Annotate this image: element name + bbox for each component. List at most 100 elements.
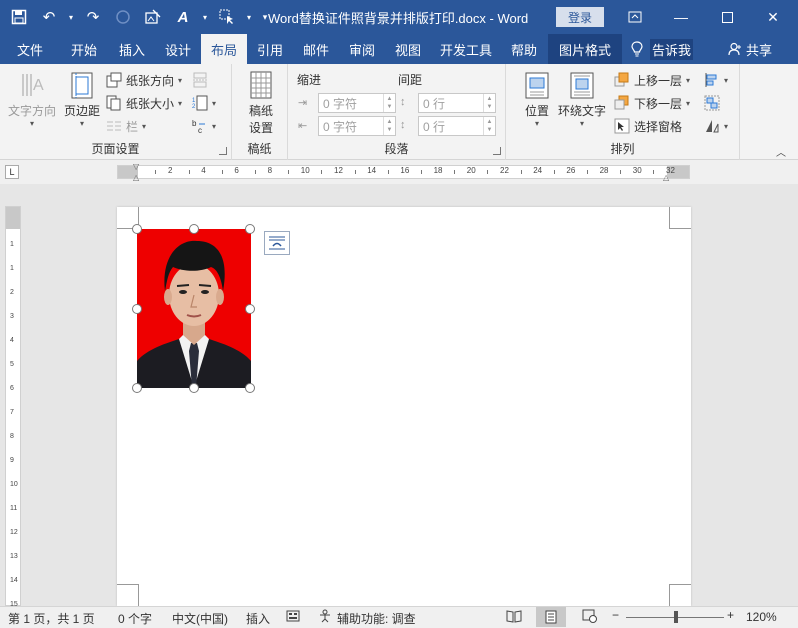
manuscript-settings-button[interactable]: 稿纸 设置 bbox=[246, 70, 276, 136]
paper-size-icon bbox=[106, 95, 122, 111]
tell-me-search[interactable]: 告诉我 bbox=[630, 34, 694, 64]
maximize-icon[interactable] bbox=[704, 0, 750, 34]
align-button[interactable]: ▾ bbox=[704, 70, 728, 90]
resize-handle-bottom-right[interactable] bbox=[245, 383, 255, 393]
horizontal-ruler[interactable]: 2 4 6 8 10 12 14 16 18 20 22 24 26 28 30 32 bbox=[117, 165, 690, 179]
save-icon[interactable] bbox=[6, 4, 32, 30]
bring-forward-label: 上移一层 bbox=[634, 73, 683, 88]
indent-right-input[interactable]: 0 字符 ▲ ▼ bbox=[318, 116, 396, 136]
tab-picture-format[interactable]: 图片格式 bbox=[548, 34, 622, 64]
resize-handle-top[interactable] bbox=[189, 224, 199, 234]
selection-pane-button[interactable]: 选择窗格 bbox=[614, 116, 682, 136]
spacing-label: 间距 bbox=[398, 73, 423, 87]
layout-options-icon[interactable] bbox=[264, 231, 290, 255]
ruler-minor-tick bbox=[587, 170, 588, 174]
tab-design[interactable]: 设计 bbox=[156, 34, 200, 64]
vruler-tick-label: 12 bbox=[10, 529, 18, 536]
resize-handle-left[interactable] bbox=[132, 304, 142, 314]
bring-forward-button[interactable]: 上移一层 ▾ bbox=[614, 70, 690, 90]
position-button[interactable]: 位置 ▾ bbox=[522, 70, 552, 128]
zoom-in-icon[interactable]: + bbox=[727, 608, 734, 622]
minimize-icon[interactable]: — bbox=[658, 0, 704, 34]
tab-layout[interactable]: 布局 bbox=[201, 34, 247, 64]
group-objects-button[interactable] bbox=[704, 93, 720, 113]
vertical-scrollbar[interactable] bbox=[792, 184, 798, 606]
tab-review[interactable]: 审阅 bbox=[340, 34, 384, 64]
resize-handle-top-left[interactable] bbox=[132, 224, 142, 234]
font-effect-dropdown-icon[interactable]: ▾ bbox=[200, 4, 210, 30]
tab-mailings[interactable]: 邮件 bbox=[294, 34, 338, 64]
ruler-minor-tick bbox=[188, 170, 190, 174]
close-icon[interactable]: ✕ bbox=[750, 0, 796, 34]
undo-dropdown-icon[interactable]: ▾ bbox=[66, 4, 76, 30]
indent-left-input[interactable]: 0 字符 ▲ ▼ bbox=[318, 93, 396, 113]
spacing-before-input[interactable]: 0 行 ▲ ▼ bbox=[418, 93, 496, 113]
print-layout-icon[interactable] bbox=[536, 607, 566, 627]
macro-record-icon[interactable] bbox=[286, 609, 300, 626]
size-button[interactable]: 纸张大小 ▾ bbox=[106, 93, 182, 113]
select-dropdown-icon[interactable]: ▾ bbox=[244, 4, 254, 30]
web-layout-icon[interactable] bbox=[582, 609, 598, 626]
login-button[interactable]: 登录 bbox=[556, 7, 604, 27]
tab-insert[interactable]: 插入 bbox=[108, 34, 156, 64]
resize-handle-bottom[interactable] bbox=[189, 383, 199, 393]
wrap-text-button[interactable]: 环绕文字 ▾ bbox=[558, 70, 606, 128]
tab-help[interactable]: 帮助 bbox=[502, 34, 546, 64]
resize-handle-right[interactable] bbox=[245, 304, 255, 314]
page-setup-launcher-icon[interactable] bbox=[219, 147, 227, 155]
share-button[interactable]: 共享 bbox=[728, 34, 772, 64]
status-bar: 第 1 页，共 1 页 0 个字 中文(中国) 插入 辅助功能: 调查 − + … bbox=[0, 606, 798, 628]
vruler-tick-label: 3 bbox=[10, 313, 14, 320]
vertical-ruler[interactable]: 11234567891011121314155 bbox=[5, 206, 21, 628]
right-indent-marker[interactable]: △ bbox=[663, 173, 671, 182]
collapse-ribbon-icon[interactable]: ︿ bbox=[776, 144, 786, 159]
columns-button[interactable]: 栏 ▾ bbox=[106, 116, 146, 136]
id-photo[interactable] bbox=[137, 229, 251, 388]
tab-home[interactable]: 开始 bbox=[60, 34, 108, 64]
line-numbers-button[interactable]: 12 ▾ bbox=[192, 93, 216, 113]
zoom-out-icon[interactable]: − bbox=[612, 608, 619, 622]
tab-stop-selector[interactable]: L bbox=[5, 165, 19, 179]
tab-developer[interactable]: 开发工具 bbox=[432, 34, 500, 64]
tab-view[interactable]: 视图 bbox=[386, 34, 430, 64]
zoom-level[interactable]: 120% bbox=[746, 610, 777, 624]
accessibility-icon[interactable] bbox=[318, 609, 332, 626]
word-count[interactable]: 0 个字 bbox=[118, 610, 152, 627]
accessibility-status[interactable]: 辅助功能: 调查 bbox=[337, 610, 416, 627]
resize-handle-top-right[interactable] bbox=[245, 224, 255, 234]
send-backward-button[interactable]: 下移一层 ▾ bbox=[614, 93, 690, 113]
select-objects-icon[interactable] bbox=[214, 4, 240, 30]
tab-file[interactable]: 文件 bbox=[8, 34, 52, 64]
circle-icon[interactable] bbox=[110, 4, 136, 30]
breaks-button[interactable] bbox=[192, 70, 208, 90]
redo-icon[interactable]: ↷ bbox=[80, 4, 106, 30]
read-mode-icon[interactable] bbox=[506, 609, 522, 626]
hyphenation-icon: bc bbox=[192, 118, 208, 135]
margins-button[interactable]: 页边距 ▾ bbox=[64, 70, 100, 128]
zoom-slider-thumb[interactable] bbox=[674, 611, 678, 623]
spacing-after-input[interactable]: 0 行 ▲ ▼ bbox=[418, 116, 496, 136]
orientation-button[interactable]: 纸张方向 ▾ bbox=[106, 70, 182, 90]
ruler-minor-tick bbox=[520, 170, 522, 174]
paragraph-launcher-icon[interactable] bbox=[493, 147, 501, 155]
manuscript-label-line1: 稿纸 bbox=[248, 104, 273, 118]
insert-mode[interactable]: 插入 bbox=[246, 610, 270, 627]
ruler-minor-tick bbox=[255, 170, 256, 174]
wrap-text-label: 环绕文字 bbox=[558, 104, 607, 118]
undo-icon[interactable]: ↶ bbox=[36, 4, 62, 30]
hanging-indent-marker[interactable]: △ bbox=[133, 173, 141, 182]
rotate-button[interactable]: ▾ bbox=[704, 116, 728, 136]
language-indicator[interactable]: 中文(中国) bbox=[172, 610, 228, 627]
group-objects-icon bbox=[704, 95, 720, 111]
page-count[interactable]: 第 1 页，共 1 页 bbox=[8, 610, 95, 627]
first-line-indent-marker[interactable]: ▽ bbox=[133, 162, 141, 171]
manuscript-label-line2: 设置 bbox=[248, 121, 273, 135]
text-direction-button[interactable]: A 文字方向 ▾ bbox=[8, 70, 56, 128]
resize-handle-bottom-left[interactable] bbox=[132, 383, 142, 393]
image-edit-icon[interactable] bbox=[140, 4, 166, 30]
ribbon-display-icon[interactable] bbox=[612, 0, 658, 34]
hyphenation-button[interactable]: bc ▾ bbox=[192, 116, 216, 136]
tab-references[interactable]: 引用 bbox=[247, 34, 293, 64]
svg-text:A: A bbox=[33, 77, 44, 94]
font-effect-icon[interactable]: A bbox=[170, 4, 196, 30]
